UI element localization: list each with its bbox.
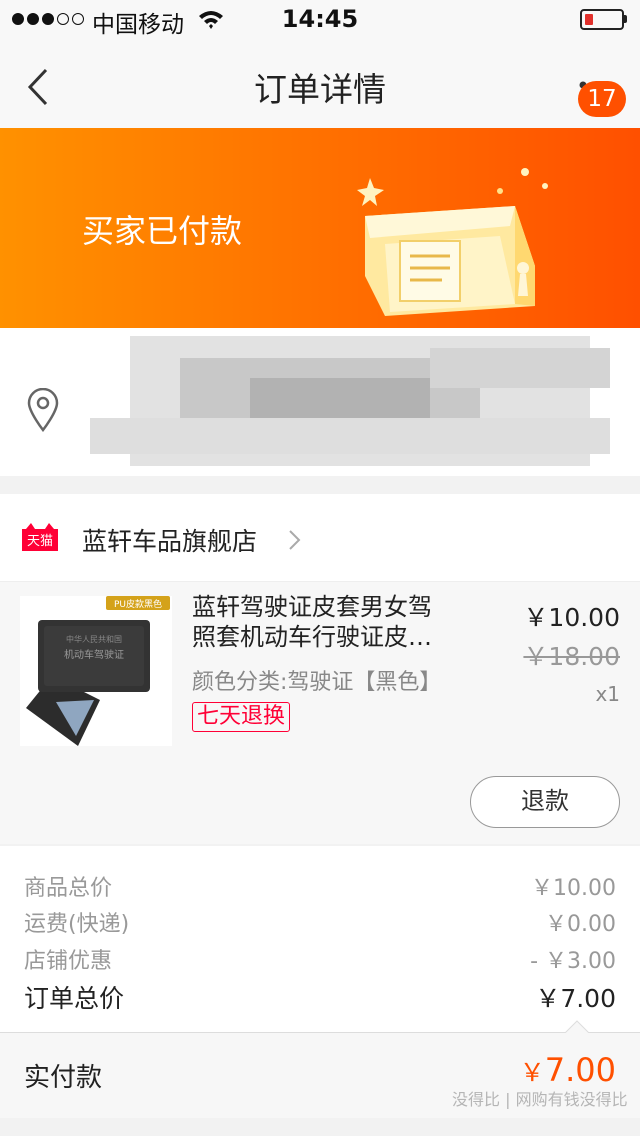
summary-value: ￥0.00	[545, 912, 616, 937]
tmall-logo-icon: 天猫	[22, 523, 58, 551]
summary-row-order-total: 订单总价 ￥7.00	[24, 979, 616, 1015]
product-thumbnail[interactable]: 中华人民共和国 机动车驾驶证 PU皮款黑色	[20, 596, 172, 746]
store-name: 蓝轩车品旗舰店	[82, 527, 258, 556]
summary-row-store-discount: 店铺优惠 - ￥3.00	[24, 943, 616, 975]
summary-label: 运费(快递)	[24, 912, 130, 937]
original-price: ￥18.00	[523, 642, 620, 671]
paid-amount: ￥7.00	[440, 1051, 616, 1089]
battery-tip	[624, 15, 627, 23]
product-sku: 颜色分类:驾驶证【黑色】	[192, 670, 442, 695]
clock: 14:45	[281, 5, 359, 33]
battery-icon	[580, 9, 624, 30]
summary-label: 商品总价	[24, 876, 113, 901]
product-title[interactable]: 蓝轩驾驶证皮套男女驾 照套机动车行驶证皮…	[192, 592, 492, 652]
product-price: ￥10.00	[523, 603, 620, 632]
thumb-cover-line2: 机动车驾驶证	[64, 648, 124, 661]
summary-label: 店铺优惠	[24, 949, 113, 974]
price-summary: 商品总价 ￥10.00 运费(快递) ￥0.00 店铺优惠 - ￥3.00 订单…	[0, 846, 640, 1032]
order-status-banner: 买家已付款	[0, 128, 640, 328]
order-status-text: 买家已付款	[82, 212, 243, 250]
thumb-cover-line1: 中华人民共和国	[66, 634, 122, 644]
thumb-variant-label: PU皮款黑色	[114, 598, 162, 610]
status-bar: 中国移动 14:45	[0, 0, 640, 40]
product-title-line-1: 蓝轩驾驶证皮套男女驾	[192, 593, 432, 621]
order-total-value: ￥7.00	[535, 984, 616, 1013]
paid-number: 7.00	[544, 1051, 616, 1089]
page-title: 订单详情	[254, 70, 386, 109]
summary-value: - ￥3.00	[530, 949, 616, 974]
paid-currency: ￥	[519, 1058, 545, 1087]
shipping-address-card[interactable]	[0, 328, 640, 476]
redacted-address-scribble	[90, 336, 610, 466]
order-total-label: 订单总价	[24, 984, 125, 1013]
paid-label: 实付款	[24, 1063, 103, 1093]
chevron-right-icon	[289, 530, 301, 550]
package-box-illustration	[357, 168, 548, 316]
caret-up-icon	[565, 1020, 589, 1033]
message-count-badge[interactable]: 17	[578, 81, 626, 117]
product-quantity: x1	[595, 682, 620, 706]
summary-value: ￥10.00	[531, 876, 616, 901]
store-header[interactable]: 天猫 蓝轩车品旗舰店	[0, 494, 640, 582]
summary-row-shipping: 运费(快递) ￥0.00	[24, 906, 616, 938]
summary-row-subtotal: 商品总价 ￥10.00	[24, 870, 616, 902]
refund-button[interactable]: 退款	[470, 776, 620, 828]
location-pin-icon	[27, 388, 59, 432]
return-policy-tag: 七天退换	[192, 702, 291, 732]
product-title-line-2: 照套机动车行驶证皮…	[192, 623, 432, 651]
tmall-badge-label: 天猫	[27, 534, 53, 549]
product-item[interactable]: 中华人民共和国 机动车驾驶证 PU皮款黑色 蓝轩驾驶证皮套男女驾 照套机动车行驶…	[0, 582, 640, 844]
watermark: 没得比 | 网购有钱没得比	[452, 1090, 628, 1109]
battery-level	[585, 14, 593, 25]
nav-bar: 订单详情 17	[0, 40, 640, 128]
